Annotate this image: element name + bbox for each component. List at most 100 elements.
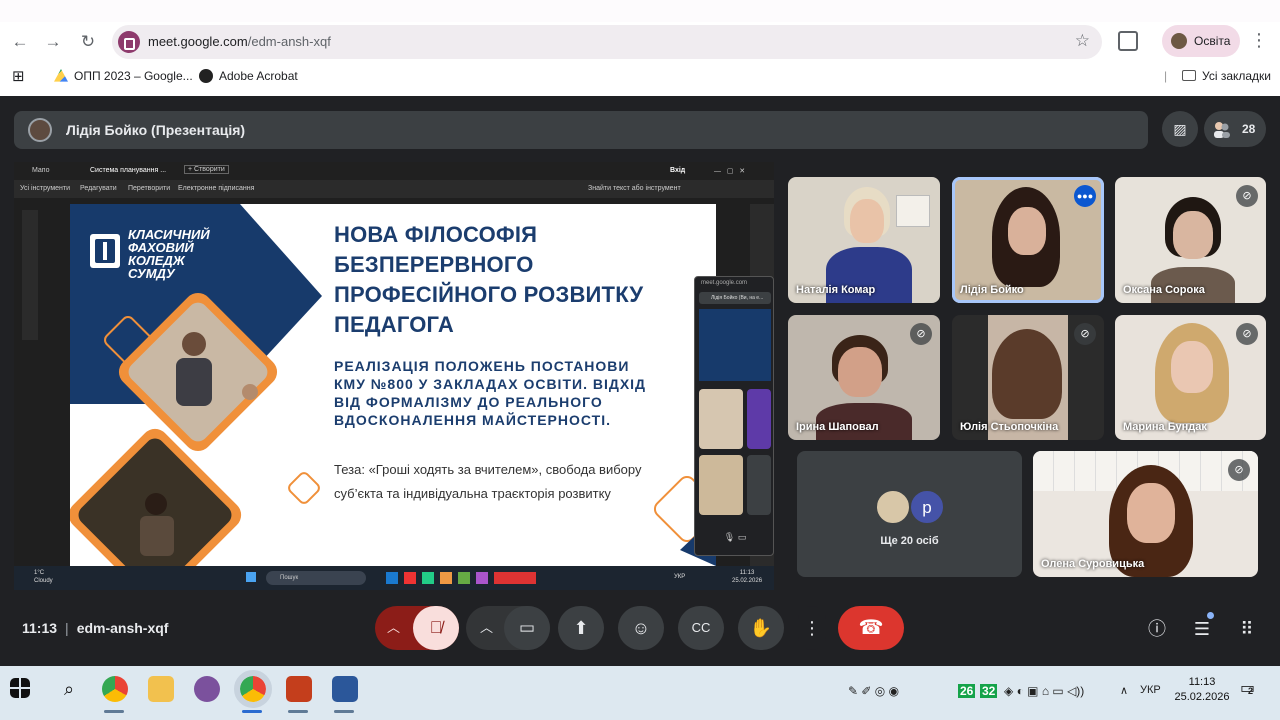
system-clock[interactable]: 11:13 25.02.2026	[1172, 675, 1232, 705]
participant-tile[interactable]: Наталія Комар	[788, 177, 940, 303]
participant-tile[interactable]: ⊘ Оксана Сорока	[1115, 177, 1266, 303]
participant-tile[interactable]: ⊘ Ірина Шаповал	[788, 315, 940, 440]
meeting-details-icon[interactable]: ⓘ	[1144, 616, 1170, 642]
start-icon[interactable]	[10, 678, 30, 698]
meeting-time: 11:13	[22, 620, 58, 636]
more-options-button[interactable]: ⋮	[798, 606, 826, 650]
bookmark-label: ОПП 2023 – Google...	[74, 69, 193, 83]
word-icon[interactable]	[332, 676, 358, 702]
more-participants-tile[interactable]: р Ще 20 осіб	[797, 451, 1022, 577]
mic-options-button[interactable]: ︿	[387, 606, 400, 650]
participant-tile[interactable]: ⊘ Марина Бундак	[1115, 315, 1266, 440]
hide-self-view-icon[interactable]: ▨	[1162, 111, 1198, 147]
hair	[992, 329, 1062, 419]
leave-call-button[interactable]: ☎	[838, 606, 904, 650]
shared-tab-home: Мапо	[32, 167, 50, 174]
presenter-avatar	[28, 118, 52, 142]
bookmark-acrobat[interactable]: Adobe Acrobat	[199, 69, 298, 83]
extensions-icon[interactable]	[1118, 31, 1138, 51]
acrobat-icon	[199, 69, 213, 83]
reload-button[interactable]: ↻	[76, 30, 100, 54]
participant-tile[interactable]: ⊘ Олена Суровицька	[1033, 451, 1258, 577]
file-explorer-icon[interactable]	[148, 676, 174, 702]
notification-count: 2	[1248, 686, 1254, 696]
forward-button[interactable]: →	[41, 30, 65, 54]
mic-off-icon: ⊘	[1236, 323, 1258, 345]
slide-title-line: БЕЗПЕРЕРВНОГО	[334, 252, 534, 277]
activities-icon[interactable]: ⠿	[1234, 616, 1260, 642]
tray-badge[interactable]: 32	[980, 684, 998, 698]
notification-icon[interactable]: ▭ 2	[1240, 678, 1255, 698]
shared-time: 11:13	[739, 570, 755, 576]
tray-badge[interactable]: 26	[958, 684, 976, 698]
keyboard-language[interactable]: УКР	[1140, 684, 1161, 696]
back-button[interactable]: ←	[8, 30, 32, 54]
viber-icon[interactable]	[194, 676, 220, 702]
windows-taskbar: ⌕ ✎ ✐ ◎ ◉ 26 32 ◈ ◐ ▣ ⌂ ▭ ◁)) ∧ УКР 11:1…	[0, 666, 1280, 720]
shared-tab-strip: Мапо Система планування ... + Створити В…	[14, 162, 774, 180]
mic-off-icon: 🎙̸	[429, 618, 443, 637]
mic-control-group: ︿ 🎙̸	[375, 606, 459, 650]
more-vert-icon: ⋮	[803, 618, 821, 638]
shared-tool: Редагувати	[80, 185, 117, 192]
pip-presenter: Лідія Бойко (Ви, на е...	[699, 292, 771, 304]
camera-toggle-button[interactable]: ▭	[504, 606, 550, 650]
raise-hand-button[interactable]: ✋	[738, 606, 784, 650]
participant-tile[interactable]: ⊘ Юлія Стьопочкіна	[952, 315, 1104, 440]
shared-start-icon	[246, 572, 256, 582]
powerpoint-icon[interactable]	[286, 676, 312, 702]
chrome-active-icon[interactable]	[234, 670, 272, 708]
search-icon[interactable]: ⌕	[56, 676, 82, 702]
tray-expand-icon[interactable]: ∧	[1120, 684, 1128, 697]
shared-date: 25.02.2026	[732, 578, 763, 584]
shared-weather-temp: 1°C	[34, 570, 45, 576]
meeting-info: 11:13 | edm-ansh-xqf	[22, 620, 168, 636]
mic-toggle-button[interactable]: 🎙̸	[413, 606, 459, 650]
face	[1173, 211, 1213, 259]
presentation-slide: КЛАСИЧНИЙ ФАХОВИЙ КОЛЕДЖ СУМДУ НОВА ФІЛО…	[70, 204, 716, 566]
present-button[interactable]: ⬆	[558, 606, 604, 650]
participant-name: Наталія Комар	[796, 284, 876, 296]
tray-apps-icon[interactable]: ✎ ✐ ◎ ◉	[848, 684, 899, 698]
bookmark-star-icon[interactable]: ☆	[1075, 31, 1090, 51]
bookmark-label: Adobe Acrobat	[219, 69, 298, 83]
shared-toolbar: Усі інструменти Редагувати Перетворити Е…	[14, 180, 774, 198]
shared-tool: Перетворити	[128, 185, 171, 192]
chat-icon[interactable]: ☰	[1189, 616, 1215, 642]
address-bar[interactable]: meet.google.com/edm-ansh-xqf ☆	[112, 25, 1102, 59]
all-bookmarks[interactable]: Усі закладки	[1182, 69, 1271, 83]
running-indicator	[334, 710, 354, 713]
pip-tile	[747, 455, 771, 515]
meet-window: Лідія Бойко (Презентація) ▨ 28 Мапо Сист…	[0, 96, 1280, 666]
shared-left-tools	[22, 210, 38, 340]
bookmarks-bar: ⊞ ОПП 2023 – Google... Adobe Acrobat | У…	[0, 62, 1280, 90]
speaking-indicator-icon: ●●●	[1074, 185, 1096, 207]
shared-lang: УКР	[674, 574, 686, 580]
face	[838, 347, 882, 397]
apps-grid-icon[interactable]: ⊞	[12, 67, 25, 85]
captions-button[interactable]: CC	[678, 606, 724, 650]
clock-time: 11:13	[1188, 676, 1216, 688]
profile-button[interactable]: Освіта	[1162, 25, 1240, 57]
face	[1008, 207, 1046, 255]
slide-title-line: ПРОФЕСІЙНОГО РОЗВИТКУ	[334, 282, 644, 307]
chrome-icon[interactable]	[102, 676, 128, 702]
camera-icon: ▭	[518, 618, 536, 637]
participants-button[interactable]: 28	[1204, 111, 1266, 147]
mic-off-icon: ⊘	[1228, 459, 1250, 481]
camera-options-button[interactable]: ︿	[480, 606, 493, 650]
face	[850, 199, 884, 243]
participant-name: Олена Суровицька	[1041, 558, 1145, 570]
running-indicator	[242, 710, 262, 713]
reactions-button[interactable]: ☺	[618, 606, 664, 650]
slide-title-line: НОВА ФІЛОСОФІЯ	[334, 222, 538, 247]
bookmark-opp[interactable]: ОПП 2023 – Google...	[54, 69, 193, 83]
people-icon	[1214, 122, 1230, 138]
clock-date: 25.02.2026	[1174, 691, 1230, 703]
participant-tile-speaking[interactable]: ●●● Лідія Бойко	[952, 177, 1104, 303]
pip-tile	[747, 389, 771, 449]
browser-menu-icon[interactable]: ⋮	[1250, 30, 1268, 51]
pip-tile	[699, 389, 743, 449]
tray-icons[interactable]: ◈ ◐ ▣ ⌂ ▭ ◁))	[1004, 684, 1084, 698]
face	[1127, 483, 1175, 543]
